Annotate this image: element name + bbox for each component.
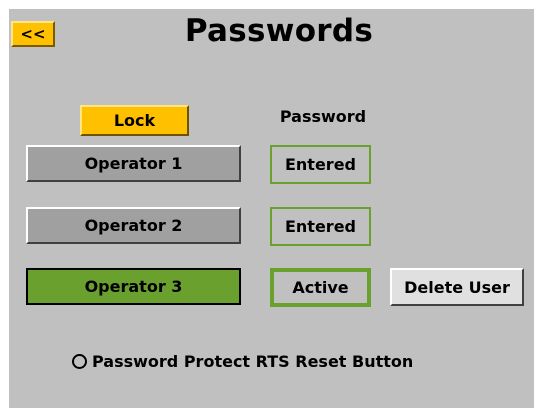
radio-button-icon[interactable] xyxy=(72,353,87,369)
page-title: Passwords xyxy=(184,13,374,49)
operator-2-password-status: Entered xyxy=(270,207,371,246)
operator-2-button[interactable]: Operator 2 xyxy=(26,207,241,244)
back-button[interactable]: << xyxy=(11,21,55,47)
operator-3-button[interactable]: Operator 3 xyxy=(26,268,241,305)
protect-reset-label: Password Protect RTS Reset Button xyxy=(92,351,414,371)
operator-1-button[interactable]: Operator 1 xyxy=(26,145,241,182)
passwords-screen: << Passwords Lock Password Operator 1 En… xyxy=(9,9,534,408)
lock-button[interactable]: Lock xyxy=(80,105,189,136)
delete-user-button[interactable]: Delete User xyxy=(390,268,524,306)
protect-reset-option[interactable]: Password Protect RTS Reset Button xyxy=(72,349,413,373)
password-column-header: Password xyxy=(279,106,367,126)
operator-1-password-status: Entered xyxy=(270,145,371,184)
operator-3-password-status: Active xyxy=(270,268,371,307)
